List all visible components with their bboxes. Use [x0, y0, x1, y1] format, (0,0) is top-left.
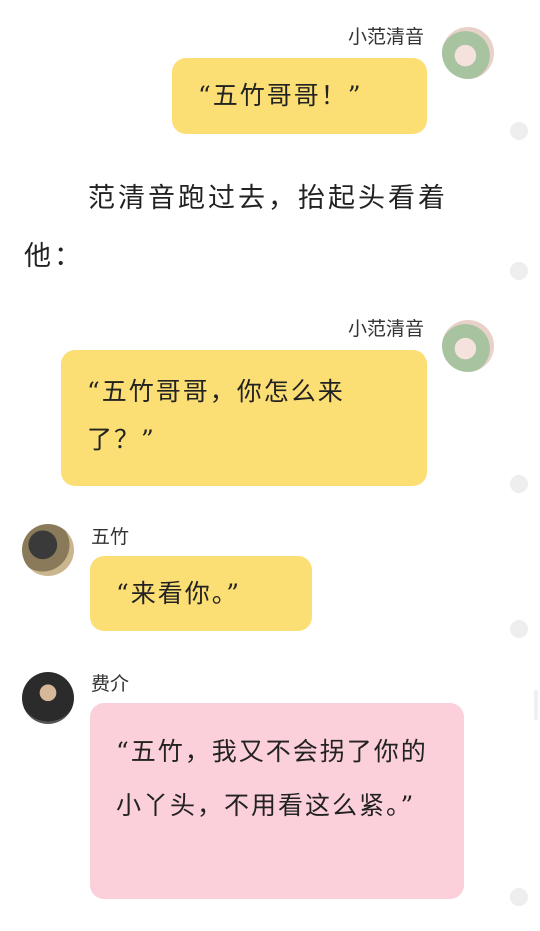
avatar[interactable]: [22, 524, 74, 576]
scroll-indicator[interactable]: [534, 690, 538, 720]
message-bubble: “五竹哥哥！”: [172, 58, 427, 134]
speaker-name: 小范清音: [347, 318, 424, 340]
speaker-name: 五竹: [91, 526, 130, 548]
narration-text: 范清音跑过去，抬起头看着他：: [24, 183, 448, 272]
avatar[interactable]: [22, 672, 74, 724]
select-dot[interactable]: [510, 620, 528, 638]
select-dot[interactable]: [510, 475, 528, 493]
select-dot[interactable]: [510, 122, 528, 140]
avatar[interactable]: [442, 320, 494, 372]
message-bubble: “来看你。”: [90, 556, 312, 631]
select-dot[interactable]: [510, 888, 528, 906]
select-dot[interactable]: [510, 262, 528, 280]
message-bubble: “五竹哥哥，你怎么来了？”: [61, 350, 427, 486]
speaker-name: 费介: [91, 673, 130, 695]
avatar[interactable]: [442, 27, 494, 79]
message-bubble: “五竹，我又不会拐了你的小丫头，不用看这么紧。”: [90, 703, 464, 899]
speaker-name: 小范清音: [347, 26, 424, 48]
